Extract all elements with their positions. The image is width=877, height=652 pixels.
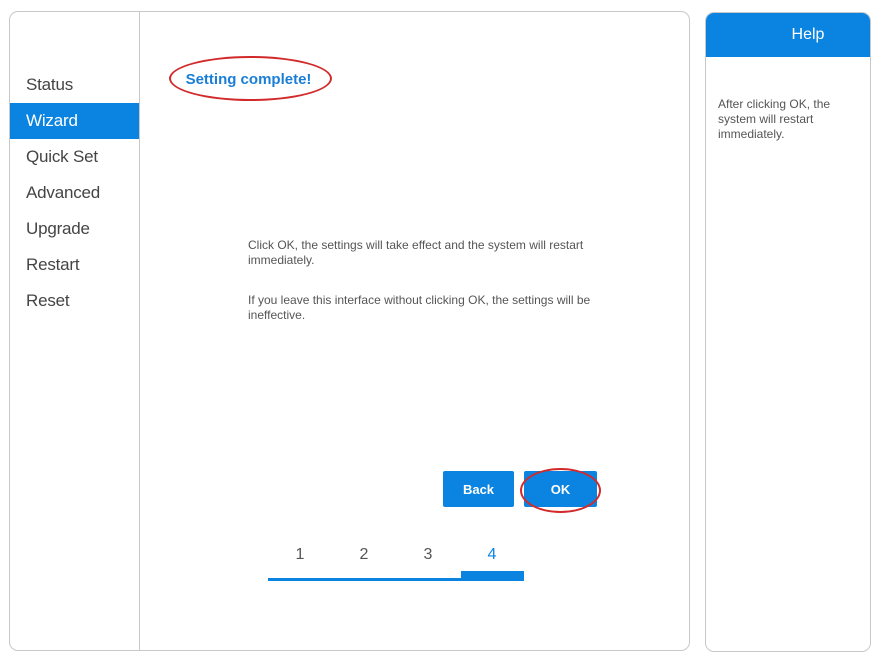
info-message-restart: Click OK, the settings will take effect … xyxy=(248,238,584,267)
progress-active-segment xyxy=(461,571,524,581)
sidebar-item-status[interactable]: Status xyxy=(10,67,139,103)
page-title: Setting complete! xyxy=(185,70,312,88)
sidebar-item-reset[interactable]: Reset xyxy=(10,283,139,319)
sidebar-item-quick-set[interactable]: Quick Set xyxy=(10,139,139,175)
sidebar-item-wizard[interactable]: Wizard xyxy=(10,103,139,139)
step-3: 3 xyxy=(423,546,433,563)
back-button[interactable]: Back xyxy=(443,471,514,507)
help-text: After clicking OK, the system will resta… xyxy=(718,97,831,141)
step-2: 2 xyxy=(359,546,369,563)
step-1: 1 xyxy=(295,546,305,563)
info-message-warning: If you leave this interface without clic… xyxy=(248,293,591,322)
sidebar: Status Wizard Quick Set Advanced Upgrade… xyxy=(10,12,140,650)
help-title: Help xyxy=(706,13,870,57)
sidebar-item-restart[interactable]: Restart xyxy=(10,247,139,283)
sidebar-menu: Status Wizard Quick Set Advanced Upgrade… xyxy=(10,67,139,319)
help-panel: Help After clicking OK, the system will … xyxy=(705,12,871,652)
step-4: 4 xyxy=(487,546,497,563)
sidebar-item-advanced[interactable]: Advanced xyxy=(10,175,139,211)
sidebar-item-upgrade[interactable]: Upgrade xyxy=(10,211,139,247)
ok-button[interactable]: OK xyxy=(524,471,597,507)
wizard-panel: Status Wizard Quick Set Advanced Upgrade… xyxy=(9,11,690,651)
